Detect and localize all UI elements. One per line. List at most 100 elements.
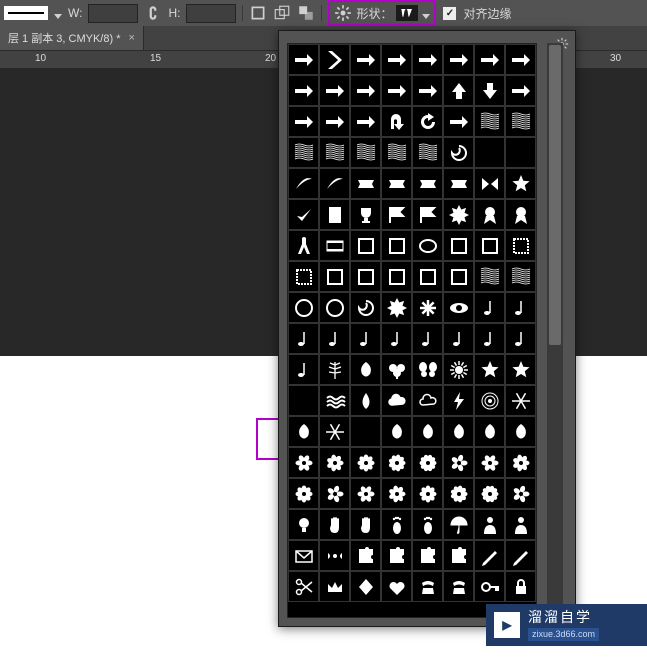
shape-cloud-outline[interactable] [412,385,443,416]
scrollbar-thumb[interactable] [549,45,561,345]
shape-corner-arrow[interactable] [443,106,474,137]
shape-arrow-solid-right[interactable] [350,44,381,75]
shape-butterfly[interactable] [412,354,443,385]
height-input[interactable] [186,4,236,23]
shape-seal[interactable] [443,199,474,230]
shape-key[interactable] [474,571,505,602]
shape-foot-right[interactable] [412,509,443,540]
shape-starburst-1[interactable] [381,292,412,323]
shape-flower-12[interactable] [381,478,412,509]
shape-half-note[interactable] [505,292,536,323]
shape-flag-wave[interactable] [412,199,443,230]
shape-puzzle-4[interactable] [443,540,474,571]
shape-frame-rounded[interactable] [443,230,474,261]
shape-flower-7[interactable] [474,447,505,478]
shape-arrow-3d-right[interactable] [319,75,350,106]
shape-double-sharp[interactable] [288,354,319,385]
shape-flag-pennant[interactable] [381,199,412,230]
shape-scissors[interactable] [288,571,319,602]
shape-arrow-bidir[interactable] [505,75,536,106]
stroke-preview[interactable] [4,6,48,20]
shape-banner-2[interactable] [381,168,412,199]
shape-flower-9[interactable] [288,478,319,509]
shape-texture-coarse[interactable] [505,261,536,292]
shape-award[interactable] [474,199,505,230]
shape-swirl[interactable] [443,137,474,168]
shape-banner-1[interactable] [350,168,381,199]
shape-crown[interactable] [319,571,350,602]
shape-cloud-filled[interactable] [381,385,412,416]
shape-texture-1[interactable] [474,106,505,137]
shape-refresh[interactable] [412,106,443,137]
shape-leaf-long[interactable] [505,416,536,447]
shape-hand-left[interactable] [319,509,350,540]
shape-arrow-chevron-right[interactable] [319,44,350,75]
shape-star-5[interactable] [474,354,505,385]
stroke-dropdown-icon[interactable] [54,9,62,17]
shape-arrow-up[interactable] [443,75,474,106]
shape-snowflake-2[interactable] [319,416,350,447]
align-edges-checkbox[interactable]: ✓ [442,6,457,21]
shape-arrow-soft-right[interactable] [350,75,381,106]
shape-heart[interactable] [381,571,412,602]
shape-phone-1[interactable] [412,571,443,602]
shape-flower-10[interactable] [319,478,350,509]
shape-pen[interactable] [505,540,536,571]
shape-bass-clef[interactable] [412,323,443,354]
shape-wave-arrow[interactable] [350,106,381,137]
shape-banner-3[interactable] [412,168,443,199]
shape-frame-solid[interactable] [381,230,412,261]
shape-paper[interactable] [319,199,350,230]
shape-u-turn[interactable] [381,106,412,137]
shape-crescent-side[interactable] [505,137,536,168]
shape-leaf-2[interactable] [412,416,443,447]
shape-flower-16[interactable] [505,478,536,509]
shape-blob[interactable] [381,416,412,447]
shape-envelope[interactable] [288,540,319,571]
shape-treble-clef[interactable] [443,323,474,354]
shape-ribbon-loop[interactable] [505,199,536,230]
shape-puzzle-2[interactable] [381,540,412,571]
shape-clover[interactable] [381,354,412,385]
shape-flower-14[interactable] [443,478,474,509]
shape-flat-sym[interactable] [474,323,505,354]
panel-scrollbar[interactable] [547,43,563,616]
shape-flat[interactable] [319,323,350,354]
shape-grass-1[interactable] [288,137,319,168]
shape-people[interactable] [505,509,536,540]
shape-ribbon-awareness[interactable] [288,230,319,261]
shape-checkmark[interactable] [288,199,319,230]
shape-arrow-outline-right[interactable] [443,44,474,75]
shape-flower-11[interactable] [350,478,381,509]
shape-sun-rays[interactable] [443,354,474,385]
shape-grass-2[interactable] [319,137,350,168]
shape-star-8[interactable] [505,354,536,385]
shape-frame-double[interactable] [319,261,350,292]
shape-fern[interactable] [319,354,350,385]
shape-leaf-3[interactable] [443,416,474,447]
shape-sun-swirl[interactable] [350,292,381,323]
shape-picker-trigger[interactable]: 形状： [328,0,436,26]
shape-bowtie[interactable] [474,168,505,199]
shape-natural[interactable] [505,323,536,354]
shape-moon[interactable] [350,416,381,447]
shape-flower-15[interactable] [474,478,505,509]
shape-hand-right[interactable] [350,509,381,540]
shape-arrow-block-right[interactable] [288,75,319,106]
shape-trophy[interactable] [350,199,381,230]
shape-drop[interactable] [350,385,381,416]
shape-flower-13[interactable] [412,478,443,509]
shape-flower-5[interactable] [412,447,443,478]
shape-arrow-triple-right[interactable] [505,44,536,75]
shape-texture-fine[interactable] [474,261,505,292]
shape-sharp[interactable] [288,323,319,354]
shape-arrow-line-right[interactable] [288,44,319,75]
shape-leaf-maple[interactable] [288,416,319,447]
shape-person[interactable] [474,509,505,540]
shape-flower-6[interactable] [443,447,474,478]
shape-frame-deco[interactable] [474,230,505,261]
shape-quarter-note[interactable] [474,292,505,323]
shape-oval[interactable] [412,230,443,261]
shape-arrow-long-right[interactable] [288,106,319,137]
shape-star-ribbon[interactable] [505,168,536,199]
